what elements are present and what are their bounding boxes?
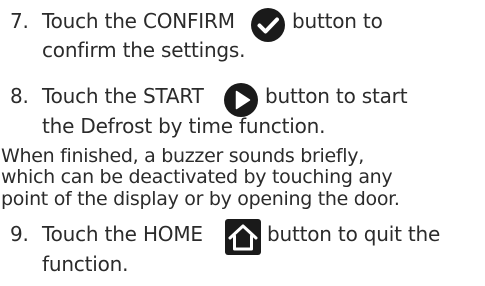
step-8-text-before-icon: Touch the START — [42, 84, 204, 108]
step-8-line-2: the Defrost by time function. — [42, 114, 326, 138]
step-7-number: 7. — [10, 9, 29, 33]
step-9-line-2: function. — [42, 252, 129, 276]
note-line-1: When finished, a buzzer sounds briefly, — [1, 145, 364, 167]
step-9-text-before-icon: Touch the HOME — [42, 222, 203, 246]
step-8-text-after-icon: button to start — [265, 84, 408, 108]
note-line-3: point of the display or by opening the d… — [1, 188, 400, 210]
start-play-icon — [223, 82, 259, 118]
step-7-text-before-icon: Touch the CONFIRM — [42, 9, 235, 33]
home-icon — [225, 219, 261, 255]
step-9-text-after-icon: button to quit the — [267, 222, 441, 246]
confirm-check-icon — [250, 7, 286, 43]
step-9-number: 9. — [10, 222, 29, 246]
step-7-line-2: confirm the settings. — [42, 38, 246, 62]
step-9-line-1: 9. Touch the HOME — [10, 222, 203, 246]
step-7-text-after-icon: button to — [292, 9, 383, 33]
step-8-number: 8. — [10, 84, 29, 108]
step-8-line-1: 8. Touch the START — [10, 84, 204, 108]
step-7-line-1: 7. Touch the CONFIRM — [10, 9, 235, 33]
note-line-2: which can be deactivated by touching any — [1, 166, 393, 188]
